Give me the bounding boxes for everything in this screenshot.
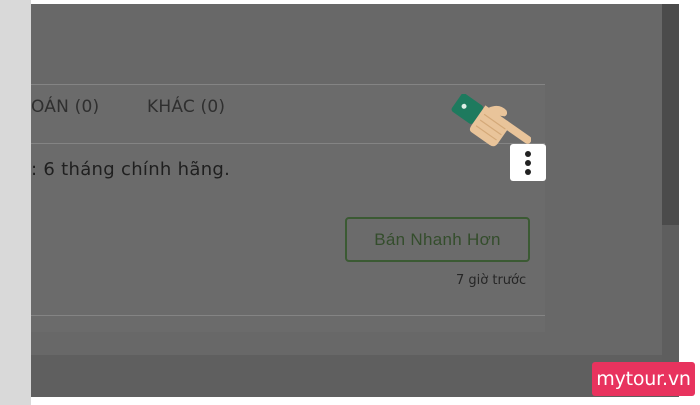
post-timestamp: 7 giờ trước xyxy=(456,273,527,288)
card-bottom-divider xyxy=(31,315,545,316)
tab-other[interactable]: KHÁC (0) xyxy=(147,97,225,117)
listing-description: : 6 tháng chính hãng. xyxy=(31,159,231,180)
scrollbar-thumb[interactable] xyxy=(662,4,679,225)
tab-payment[interactable]: OÁN (0) xyxy=(31,97,99,117)
sell-faster-button[interactable]: Bán Nhanh Hơn xyxy=(345,217,530,262)
left-gutter xyxy=(0,0,31,405)
bottom-bar xyxy=(31,355,662,397)
mytour-watermark-logo: mytour.vn xyxy=(592,362,695,396)
dimmed-screen-overlay: OÁN (0) KHÁC (0) : 6 tháng chính hãng. B… xyxy=(31,4,679,397)
screenshot-frame: OÁN (0) KHÁC (0) : 6 tháng chính hãng. B… xyxy=(0,0,700,405)
pointing-hand-icon xyxy=(451,94,531,147)
